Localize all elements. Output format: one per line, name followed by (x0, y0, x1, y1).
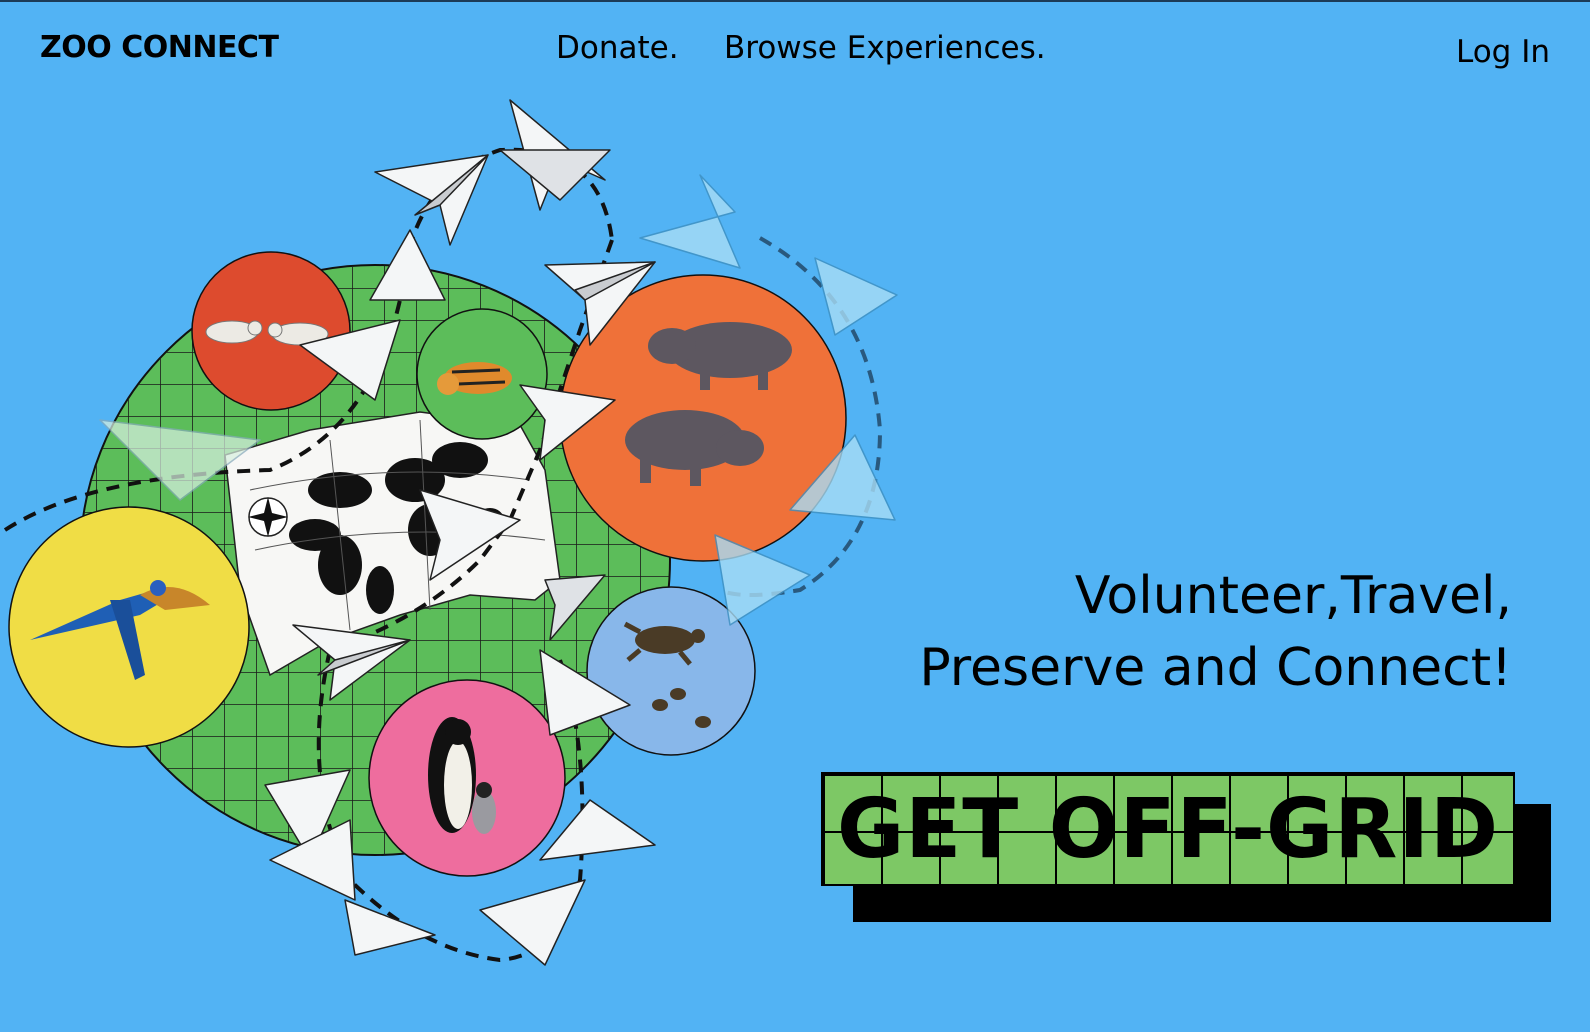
get-off-grid-label: GET OFF-GRID (836, 781, 1500, 877)
hero-headline-line1: Volunteer,Travel, (1074, 566, 1512, 626)
hero-illustration (3, 99, 898, 966)
macaw-circle (8, 506, 250, 748)
tiger-circle (416, 308, 548, 440)
hero-headline-line2: Preserve and Connect! (919, 638, 1512, 698)
polar-bear-circle (191, 251, 351, 411)
get-off-grid-button-wrap: GET OFF-GRID (821, 772, 1551, 922)
login-link[interactable]: Log In (1456, 34, 1550, 70)
penguin-circle (368, 679, 566, 877)
hero-headline: Volunteer,Travel, Preserve and Connect! (919, 560, 1512, 704)
get-off-grid-button[interactable]: GET OFF-GRID (821, 772, 1515, 886)
